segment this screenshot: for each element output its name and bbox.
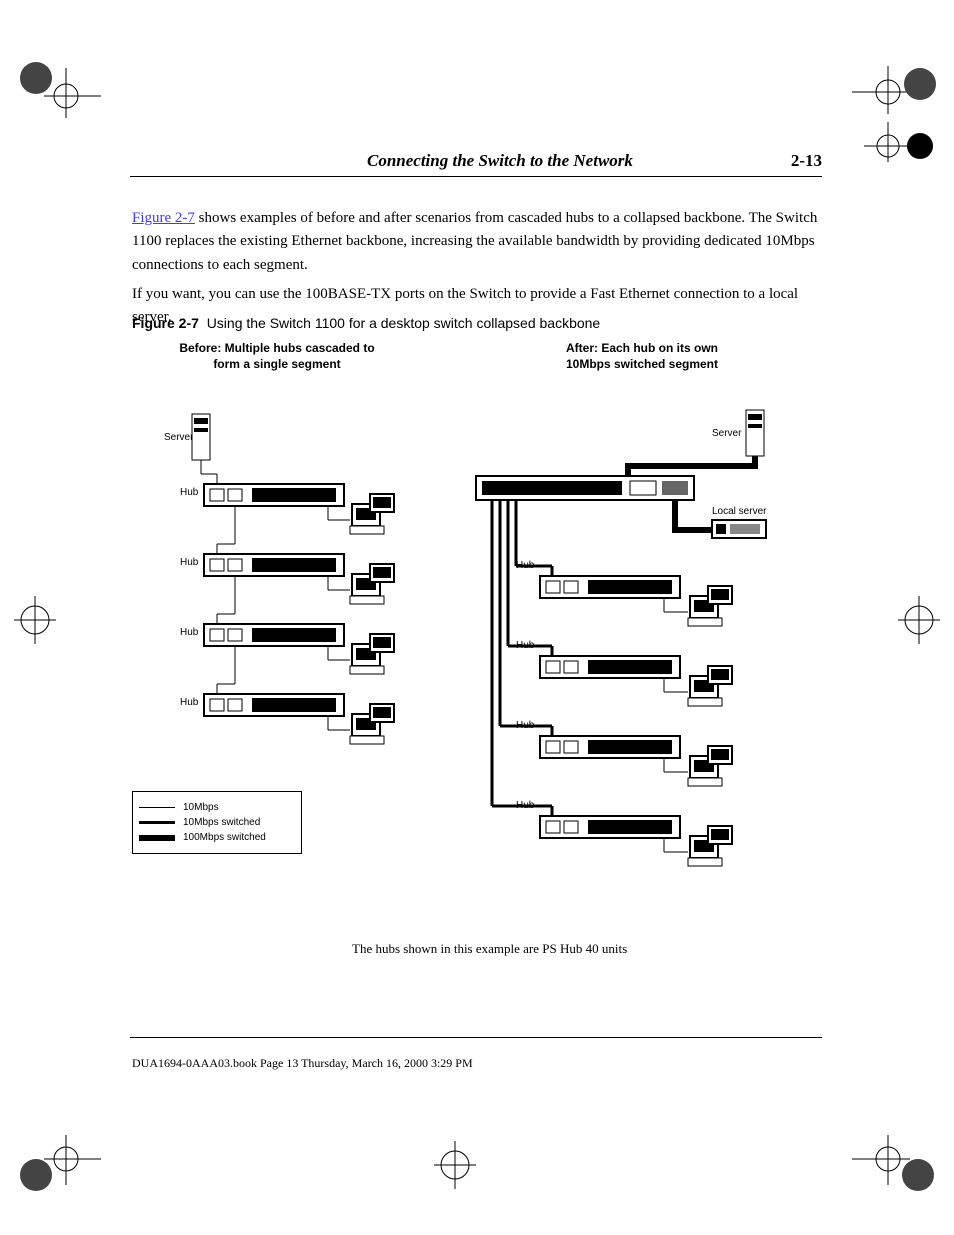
hub-group-4 (204, 694, 394, 744)
page-number-top: 2-13 (791, 151, 822, 171)
left-column-heading: Before: Multiple hubs cascaded to form a… (179, 341, 374, 372)
figure-caption: Figure 2-7 Using the Switch 1100 for a d… (132, 315, 822, 331)
server-icon (746, 410, 764, 456)
server-icon (192, 414, 210, 460)
switch-icon (476, 476, 694, 500)
legend-item-med: 10Mbps switched (139, 817, 293, 828)
rule-bottom (130, 1037, 822, 1038)
legend-line-thin-icon (139, 807, 175, 808)
label-right-server: Server (712, 428, 742, 439)
regmark-mid-right (894, 590, 944, 650)
legend-line-med-icon (139, 821, 175, 824)
right-diagram: Server Switch 1100 Local server Hub Hub … (462, 380, 822, 925)
local-server-icon (712, 520, 766, 538)
regmark-top-left (16, 58, 106, 128)
label-left-hub-3: Hub (180, 627, 199, 638)
regmark-bottom-midleft (430, 1135, 480, 1195)
legend-line-thick-icon (139, 835, 175, 841)
label-left-hub-4: Hub (180, 697, 199, 708)
left-diagram: Server Hub Hub Hub Hub (132, 380, 422, 825)
section-heading: Connecting the Switch to the Network (367, 151, 633, 171)
paragraph-1: Figure 2-7 shows examples of before and … (132, 207, 822, 277)
legend-item-thin: 10Mbps (139, 802, 293, 813)
print-meta: DUA1694-0AAA03.book Page 13 Thursday, Ma… (132, 1056, 473, 1071)
right-hub-4 (492, 806, 732, 866)
label-right-localserver: Local server (712, 506, 767, 517)
legend: 10Mbps 10Mbps switched 100Mbps switched (132, 791, 302, 854)
figure-footnote: The hubs shown in this example are PS Hu… (352, 941, 627, 957)
hub-group-1 (204, 484, 394, 534)
right-hub-3 (500, 726, 732, 786)
hub-group-3 (204, 624, 394, 674)
label-left-hub-2: Hub (180, 557, 199, 568)
regmark-mid-left (10, 590, 60, 650)
right-column-heading: After: Each hub on its own 10Mbps switch… (566, 341, 718, 372)
rule-top (130, 176, 822, 177)
regmark-top-right (848, 58, 938, 168)
label-left-hub-1: Hub (180, 487, 199, 498)
label-left-server: Server (164, 432, 194, 443)
regmark-bottom-left (16, 1125, 106, 1195)
hub-group-2 (204, 554, 394, 604)
right-hub-2 (508, 646, 732, 706)
regmark-bottom-right (848, 1125, 938, 1195)
legend-item-thick: 100Mbps switched (139, 832, 293, 843)
figure-link[interactable]: Figure 2-7 (132, 210, 195, 226)
right-hub-1 (516, 566, 732, 626)
